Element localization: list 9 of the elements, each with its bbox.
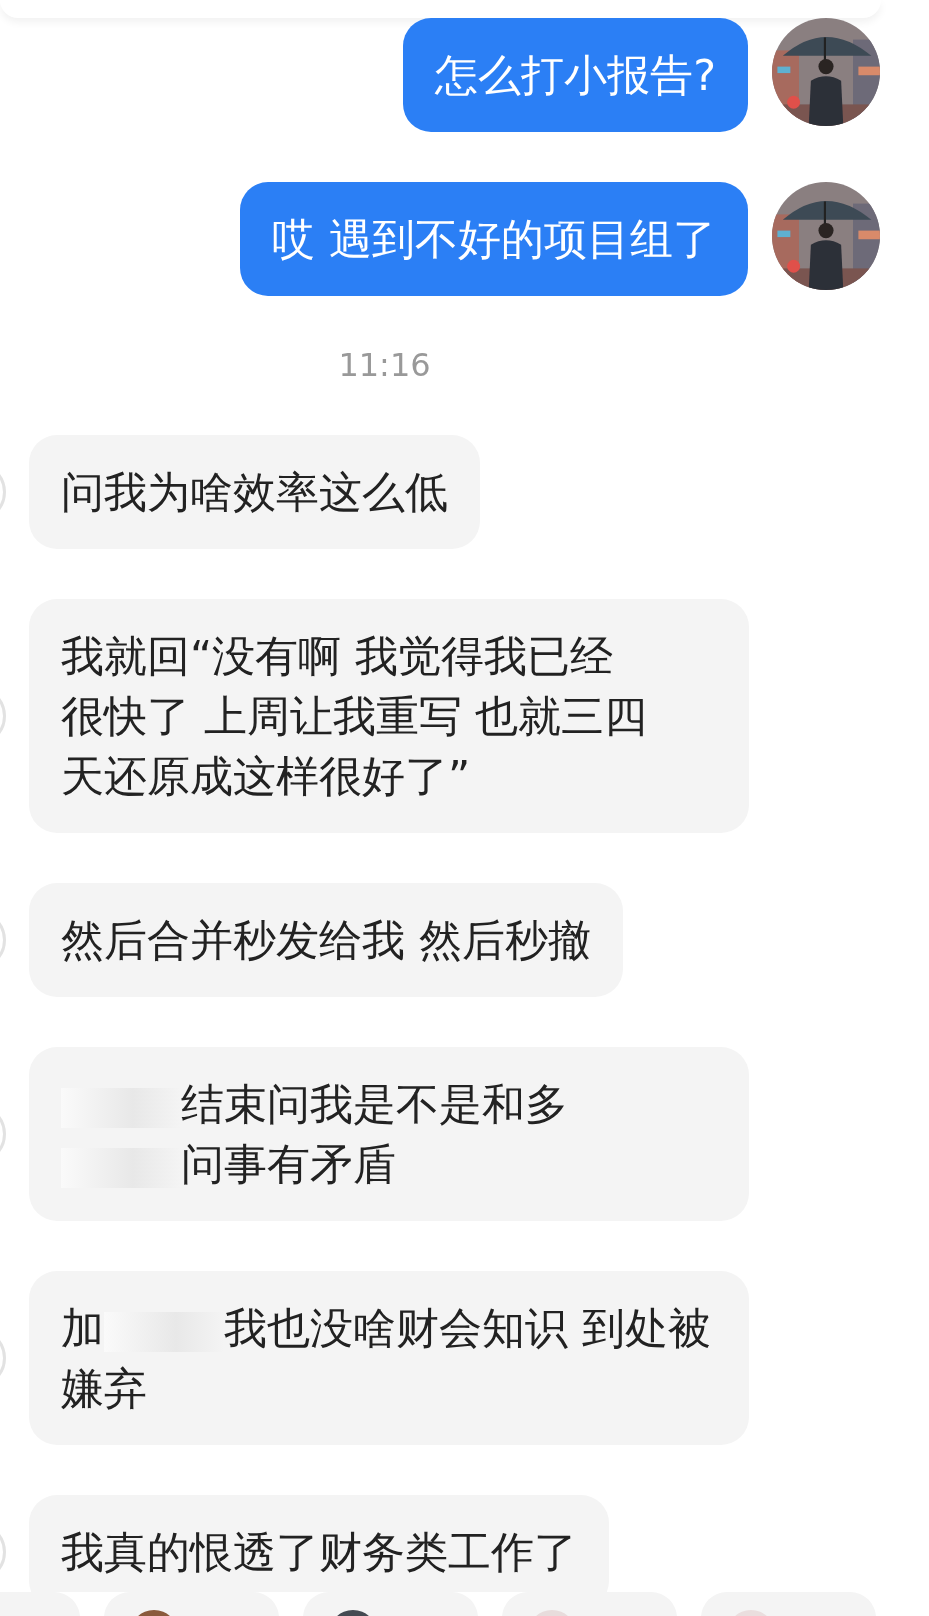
- message-bubble: 结束问我是不是和多 问事有矛盾: [29, 1047, 749, 1221]
- message-bubble: 怎么打小报告?: [403, 18, 748, 132]
- message-bubble: 问我为啥效率这么低: [29, 435, 480, 549]
- message-bubble: 加 我也没啥财会知识 到处被 嫌弃: [29, 1271, 749, 1445]
- message-bubble: 我就回“没有啊 我觉得我已经 很快了 上周让我重写 也就三四 天还原成这样很好了”: [29, 599, 749, 833]
- message-bubble: 我真的恨透了财务类工作了: [29, 1495, 609, 1592]
- message-bubble: 哎 遇到不好的项目组了: [240, 182, 748, 296]
- timestamp: 11:16: [338, 346, 431, 385]
- message-bubble: 然后合并秒发给我 然后秒撤: [29, 883, 623, 997]
